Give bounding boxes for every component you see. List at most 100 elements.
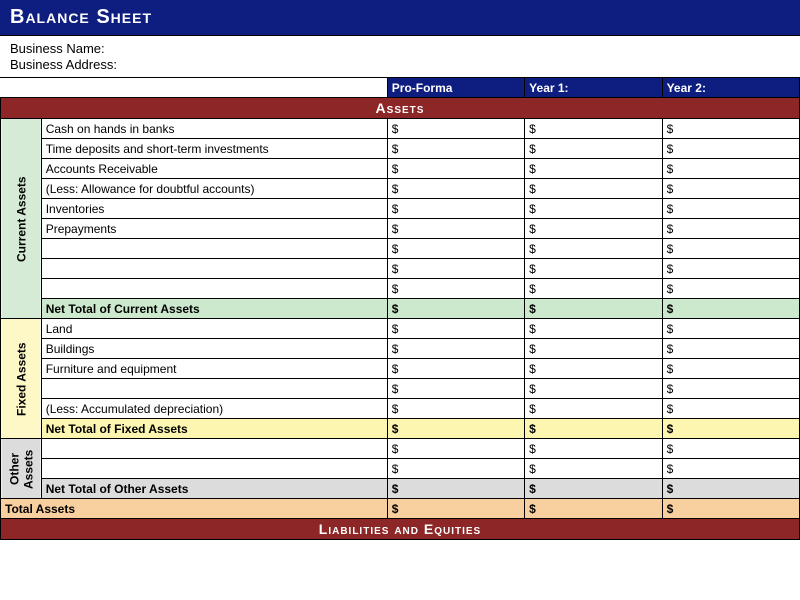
cell[interactable]: $ bbox=[387, 179, 524, 199]
total-assets-row: Total Assets $ $ $ bbox=[1, 499, 800, 519]
col-proforma: Pro-Forma bbox=[387, 78, 524, 98]
cell[interactable]: $ bbox=[525, 359, 662, 379]
row-label: Prepayments bbox=[41, 219, 387, 239]
table-row: $ $ $ bbox=[1, 239, 800, 259]
total-cell: $ bbox=[387, 419, 524, 439]
balance-sheet-table: Pro-Forma Year 1: Year 2: Assets Current… bbox=[0, 77, 800, 540]
row-label bbox=[41, 379, 387, 399]
row-label bbox=[41, 259, 387, 279]
row-label: Cash on hands in banks bbox=[41, 119, 387, 139]
total-cell: $ bbox=[662, 499, 799, 519]
row-label: Land bbox=[41, 319, 387, 339]
cell[interactable]: $ bbox=[387, 319, 524, 339]
table-row: $ $ $ bbox=[1, 279, 800, 299]
total-cell: $ bbox=[662, 479, 799, 499]
row-label: Inventories bbox=[41, 199, 387, 219]
business-address-label: Business Address: bbox=[10, 57, 790, 72]
table-row: (Less: Allowance for doubtful accounts) … bbox=[1, 179, 800, 199]
page-title: Balance Sheet bbox=[0, 0, 800, 36]
cell[interactable]: $ bbox=[525, 219, 662, 239]
cell[interactable]: $ bbox=[387, 439, 524, 459]
row-label bbox=[41, 439, 387, 459]
liabilities-section-header: Liabilities and Equities bbox=[1, 519, 800, 540]
table-row: Time deposits and short-term investments… bbox=[1, 139, 800, 159]
cell[interactable]: $ bbox=[525, 199, 662, 219]
business-info: Business Name: Business Address: bbox=[0, 36, 800, 77]
cell[interactable]: $ bbox=[662, 279, 799, 299]
row-label: Accounts Receivable bbox=[41, 159, 387, 179]
table-row: Prepayments $ $ $ bbox=[1, 219, 800, 239]
total-cell: $ bbox=[387, 479, 524, 499]
cell[interactable]: $ bbox=[525, 119, 662, 139]
cell[interactable]: $ bbox=[662, 139, 799, 159]
assets-section-header: Assets bbox=[1, 98, 800, 119]
total-label: Net Total of Other Assets bbox=[41, 479, 387, 499]
row-label: Buildings bbox=[41, 339, 387, 359]
cell[interactable]: $ bbox=[662, 339, 799, 359]
cell[interactable]: $ bbox=[387, 339, 524, 359]
cell[interactable]: $ bbox=[662, 219, 799, 239]
cell[interactable]: $ bbox=[662, 359, 799, 379]
cell[interactable]: $ bbox=[525, 459, 662, 479]
column-headers: Pro-Forma Year 1: Year 2: bbox=[1, 78, 800, 98]
table-row: $ $ $ bbox=[1, 259, 800, 279]
cell[interactable]: $ bbox=[525, 439, 662, 459]
total-label: Net Total of Fixed Assets bbox=[41, 419, 387, 439]
cell[interactable]: $ bbox=[387, 279, 524, 299]
cell[interactable]: $ bbox=[525, 379, 662, 399]
cell[interactable]: $ bbox=[387, 259, 524, 279]
other-assets-total-row: Net Total of Other Assets $ $ $ bbox=[1, 479, 800, 499]
cell[interactable]: $ bbox=[662, 179, 799, 199]
table-row: Other Assets $ $ $ bbox=[1, 439, 800, 459]
cell[interactable]: $ bbox=[387, 159, 524, 179]
table-row: Buildings $ $ $ bbox=[1, 339, 800, 359]
cell[interactable]: $ bbox=[525, 139, 662, 159]
table-row: Furniture and equipment $ $ $ bbox=[1, 359, 800, 379]
cell[interactable]: $ bbox=[525, 319, 662, 339]
cell[interactable]: $ bbox=[662, 119, 799, 139]
cell[interactable]: $ bbox=[662, 399, 799, 419]
cell[interactable]: $ bbox=[662, 439, 799, 459]
business-name-label: Business Name: bbox=[10, 41, 790, 56]
cell[interactable]: $ bbox=[387, 359, 524, 379]
cell[interactable]: $ bbox=[662, 259, 799, 279]
current-assets-label: Current Assets bbox=[1, 119, 42, 319]
cell[interactable]: $ bbox=[525, 159, 662, 179]
cell[interactable]: $ bbox=[387, 139, 524, 159]
table-row: Fixed Assets Land $ $ $ bbox=[1, 319, 800, 339]
fixed-assets-label: Fixed Assets bbox=[1, 319, 42, 439]
table-row: Accounts Receivable $ $ $ bbox=[1, 159, 800, 179]
cell[interactable]: $ bbox=[387, 219, 524, 239]
cell[interactable]: $ bbox=[525, 239, 662, 259]
cell[interactable]: $ bbox=[387, 199, 524, 219]
cell[interactable]: $ bbox=[525, 279, 662, 299]
total-cell: $ bbox=[525, 419, 662, 439]
total-cell: $ bbox=[525, 479, 662, 499]
total-cell: $ bbox=[387, 299, 524, 319]
cell[interactable]: $ bbox=[662, 199, 799, 219]
total-cell: $ bbox=[525, 299, 662, 319]
col-year1: Year 1: bbox=[525, 78, 662, 98]
current-assets-total-row: Net Total of Current Assets $ $ $ bbox=[1, 299, 800, 319]
cell[interactable]: $ bbox=[387, 379, 524, 399]
cell[interactable]: $ bbox=[387, 459, 524, 479]
cell[interactable]: $ bbox=[525, 259, 662, 279]
cell[interactable]: $ bbox=[387, 239, 524, 259]
cell[interactable]: $ bbox=[525, 339, 662, 359]
cell[interactable]: $ bbox=[662, 379, 799, 399]
cell[interactable]: $ bbox=[387, 119, 524, 139]
cell[interactable]: $ bbox=[662, 159, 799, 179]
row-label: (Less: Accumulated depreciation) bbox=[41, 399, 387, 419]
cell[interactable]: $ bbox=[525, 179, 662, 199]
cell[interactable]: $ bbox=[662, 319, 799, 339]
row-label: Time deposits and short-term investments bbox=[41, 139, 387, 159]
cell[interactable]: $ bbox=[525, 399, 662, 419]
other-assets-label: Other Assets bbox=[1, 439, 42, 499]
table-row: $ $ $ bbox=[1, 459, 800, 479]
cell[interactable]: $ bbox=[662, 459, 799, 479]
cell[interactable]: $ bbox=[387, 399, 524, 419]
cell[interactable]: $ bbox=[662, 239, 799, 259]
row-label: Furniture and equipment bbox=[41, 359, 387, 379]
fixed-assets-total-row: Net Total of Fixed Assets $ $ $ bbox=[1, 419, 800, 439]
grand-total-label: Total Assets bbox=[1, 499, 388, 519]
